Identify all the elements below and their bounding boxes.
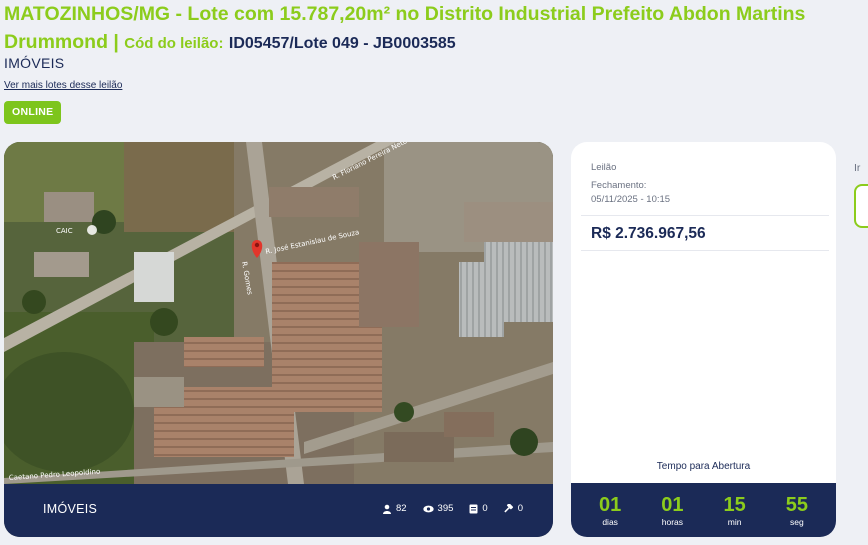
price-value: R$ 2.736.967,56 <box>591 225 706 242</box>
bidders-count: 82 <box>395 503 407 514</box>
countdown-minutes-value: 15 <box>723 493 746 516</box>
views-count: 395 <box>437 503 454 514</box>
place-marker-icon <box>87 225 97 235</box>
side-panel-label: Ir <box>854 162 861 174</box>
gavel-icon <box>504 503 513 512</box>
lot-photo-card[interactable]: R. Floriano Pereira Neto R. José Estanis… <box>4 142 553 537</box>
lot-title: MATOZINHOS/MG - Lote com 15.787,20m² no … <box>4 0 864 58</box>
countdown-hours: 01 horas <box>647 494 697 527</box>
divider <box>581 250 829 251</box>
more-lots-link[interactable]: Ver mais lotes desse leilão <box>4 80 122 91</box>
lot-stats: 82 395 0 0 <box>382 503 523 514</box>
countdown-seconds-value: 55 <box>785 493 808 516</box>
documents-count: 0 <box>482 503 488 514</box>
auction-code-label: Cód do leilão: <box>124 35 224 52</box>
document-icon <box>469 504 478 513</box>
closing-date: 05/11/2025 - 10:15 <box>591 194 671 205</box>
bids-stat: 0 <box>504 503 523 514</box>
countdown-hours-label: horas <box>661 516 683 527</box>
countdown-minutes: 15 min <box>710 494 760 527</box>
countdown-seconds: 55 seg <box>772 494 822 527</box>
bids-count: 0 <box>517 503 523 514</box>
bidders-stat: 82 <box>382 503 407 514</box>
map-place-label: CAIC <box>56 227 73 235</box>
auction-code-value: ID05457/Lote 049 - JB0003585 <box>228 35 456 52</box>
countdown-seconds-label: seg <box>790 516 804 527</box>
views-stat: 395 <box>422 503 454 514</box>
countdown-days-label: dias <box>602 516 618 527</box>
lot-category: IMÓVEIS <box>4 55 65 71</box>
closing-label: Fechamento: <box>591 180 647 191</box>
eye-icon <box>422 505 434 512</box>
status-badge: ONLINE <box>4 101 62 124</box>
countdown-title: Tempo para Abertura <box>656 461 751 472</box>
countdown-days: 01 dias <box>585 494 635 527</box>
documents-stat: 0 <box>469 503 488 514</box>
auction-info-card: Leilão Fechamento: 05/11/2025 - 10:15 R$… <box>571 142 836 537</box>
countdown-timer: 01 dias 01 horas 15 min 55 seg <box>571 483 836 537</box>
side-panel-button[interactable] <box>854 184 868 228</box>
photo-category: IMÓVEIS <box>43 502 98 516</box>
countdown-days-value: 01 <box>599 493 622 516</box>
countdown-minutes-label: min <box>727 516 742 527</box>
user-icon <box>382 504 391 514</box>
countdown-hours-value: 01 <box>661 493 684 516</box>
divider <box>581 215 829 216</box>
photo-footer: IMÓVEIS 82 395 0 0 <box>4 484 553 537</box>
auction-type: Leilão <box>591 162 617 173</box>
aerial-photo[interactable]: R. Floriano Pereira Neto R. José Estanis… <box>4 142 553 484</box>
